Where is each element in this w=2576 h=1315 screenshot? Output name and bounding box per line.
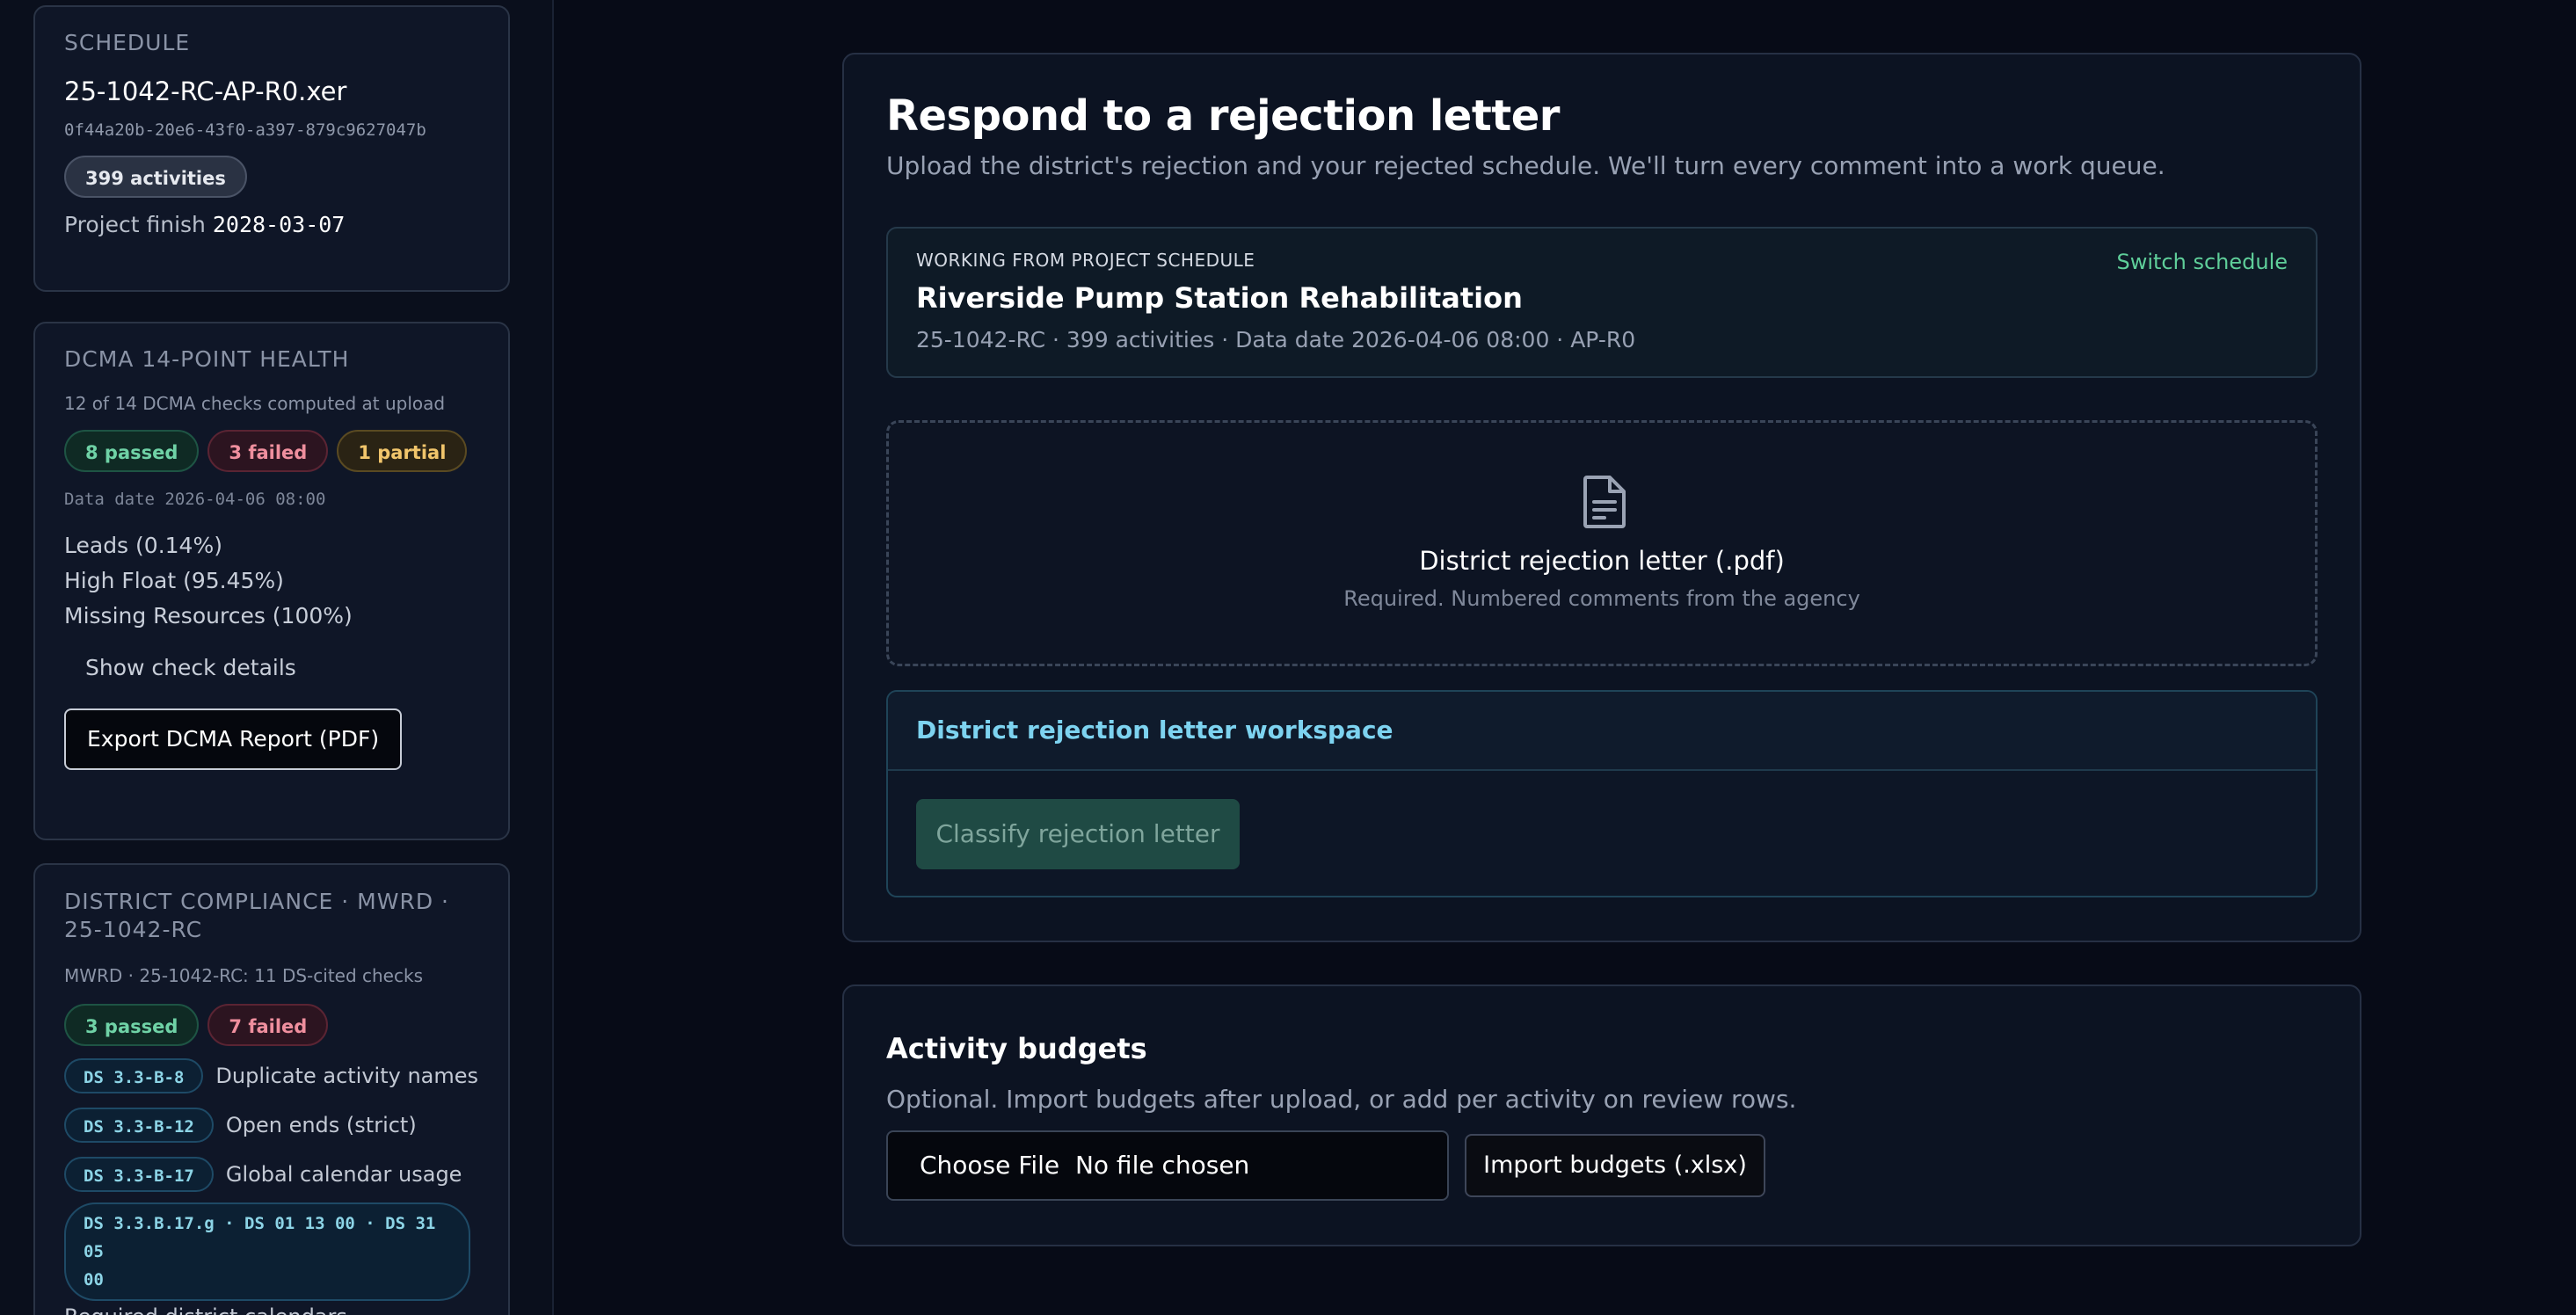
activities-count-badge: 399 activities — [64, 156, 247, 198]
schedule-card-title: SCHEDULE — [64, 30, 191, 55]
rejection-letter-dropzone[interactable]: District rejection letter (.pdf) Require… — [886, 420, 2318, 666]
schedule-eyebrow: WORKING FROM PROJECT SCHEDULE — [916, 250, 1255, 271]
dropzone-hint: Required. Numbered comments from the age… — [1343, 586, 1860, 611]
budgets-title: Activity budgets — [886, 1032, 1147, 1065]
ds-check-label: Required district calendars — [64, 1304, 479, 1315]
project-finish-label: Project finish — [64, 212, 206, 237]
import-budgets-button[interactable]: Import budgets (.xlsx) — [1465, 1134, 1765, 1197]
ds-check-label: Global calendar usage — [225, 1162, 462, 1187]
dcma-failed-badge: 3 failed — [207, 430, 329, 472]
district-check-row: DS 3.3-B-8 Duplicate activity names — [64, 1051, 479, 1101]
ds-multi-code-chip: DS 3.3.B.17.g · DS 01 13 00 · DS 31 05 0… — [64, 1202, 470, 1301]
sidebar: SCHEDULE 25-1042-RC-AP-R0.xer 0f44a20b-2… — [0, 0, 554, 1315]
project-finish-value: 2028-03-07 — [212, 212, 346, 237]
district-check-row: DS 3.3-B-12 Open ends (strict) — [64, 1101, 479, 1150]
ds-code-chip: DS 3.3-B-17 — [64, 1157, 214, 1192]
ds-check-label: Open ends (strict) — [225, 1113, 417, 1137]
ds-check-label: Duplicate activity names — [215, 1064, 479, 1088]
dcma-partial-badge: 1 partial — [337, 430, 468, 472]
show-check-details-button[interactable]: Show check details — [85, 655, 479, 680]
ds-multi-code-line: DS 3.3.B.17.g · DS 01 13 00 · DS 31 05 — [84, 1214, 436, 1261]
dcma-data-date: Data date 2026-04-06 08:00 — [64, 490, 326, 509]
dcma-failure-leads: Leads (0.14%) — [64, 533, 222, 558]
project-finish: Project finish 2028-03-07 — [64, 212, 479, 237]
budget-file-input[interactable]: Choose File No file chosen — [886, 1130, 1449, 1201]
schedule-filename: 25-1042-RC-AP-R0.xer — [64, 76, 347, 106]
district-failed-badge: 7 failed — [207, 1004, 329, 1046]
schedule-card: SCHEDULE 25-1042-RC-AP-R0.xer 0f44a20b-2… — [33, 5, 510, 292]
district-compliance-card: DISTRICT COMPLIANCE · MWRD · 25-1042-RC … — [33, 863, 510, 1315]
rejection-letter-workspace: District rejection letter workspace Clas… — [886, 690, 2318, 897]
page-title: Respond to a rejection letter — [886, 91, 1560, 141]
ds-code-chip: DS 3.3-B-12 — [64, 1108, 214, 1143]
dcma-failure-missing-resources: Missing Resources (100%) — [64, 603, 353, 628]
file-status-text: No file chosen — [1074, 1151, 1250, 1180]
dcma-card-title: DCMA 14-POINT HEALTH — [64, 346, 350, 372]
classify-rejection-letter-button[interactable]: Classify rejection letter — [916, 799, 1240, 869]
dcma-failure-high-float: High Float (95.45%) — [64, 568, 284, 593]
project-name: Riverside Pump Station Rehabilitation — [916, 281, 1523, 315]
working-schedule-box: WORKING FROM PROJECT SCHEDULE Switch sch… — [886, 227, 2318, 378]
dropzone-title: District rejection letter (.pdf) — [1419, 546, 1785, 576]
rejection-response-panel: Respond to a rejection letter Upload the… — [842, 53, 2361, 942]
activity-budgets-panel: Activity budgets Optional. Import budget… — [842, 984, 2361, 1246]
switch-schedule-link[interactable]: Switch schedule — [2116, 250, 2288, 274]
export-dcma-report-button[interactable]: Export DCMA Report (PDF) — [64, 708, 403, 770]
dcma-computed-note: 12 of 14 DCMA checks computed at upload — [64, 393, 446, 414]
district-summary: MWRD · 25-1042-RC: 11 DS-cited checks — [64, 965, 423, 986]
ds-code-chip: DS 3.3-B-8 — [64, 1058, 204, 1093]
district-passed-badge: 3 passed — [64, 1004, 200, 1046]
dcma-passed-badge: 8 passed — [64, 430, 200, 472]
page-subtitle: Upload the district's rejection and your… — [886, 151, 2165, 180]
choose-file-button[interactable]: Choose File — [920, 1151, 1059, 1180]
district-card-title: DISTRICT COMPLIANCE · MWRD · 25-1042-RC — [64, 889, 449, 942]
project-meta: 25-1042-RC · 399 activities · Data date … — [916, 327, 1636, 352]
dcma-health-card: DCMA 14-POINT HEALTH 12 of 14 DCMA check… — [33, 322, 510, 840]
budgets-description: Optional. Import budgets after upload, o… — [886, 1085, 1797, 1114]
ds-multi-code-line: 00 — [84, 1270, 104, 1290]
schedule-hash: 0f44a20b-20e6-43f0-a397-879c9627047b — [64, 120, 426, 140]
document-icon — [1578, 474, 1631, 530]
workspace-title: District rejection letter workspace — [888, 692, 2316, 771]
district-check-row: DS 3.3-B-17 Global calendar usage — [64, 1150, 479, 1199]
